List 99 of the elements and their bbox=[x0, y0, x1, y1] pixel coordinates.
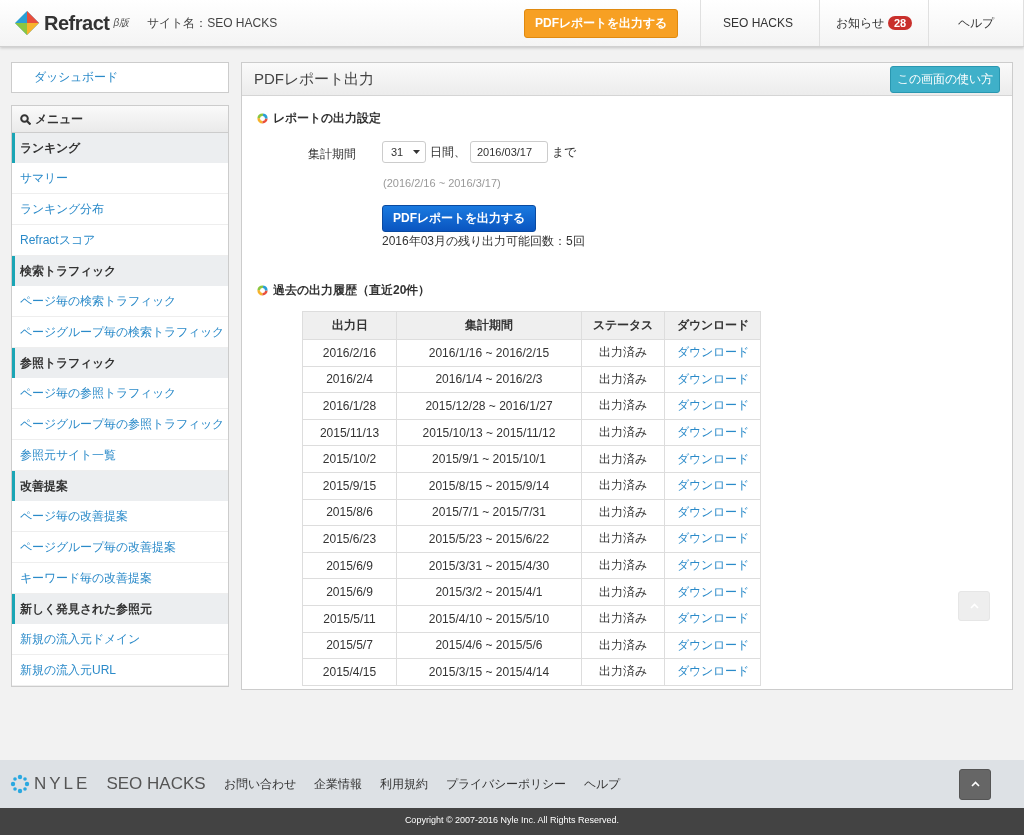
table-cell: 出力済み bbox=[581, 499, 665, 526]
table-cell: 2015/12/28 ~ 2016/1/27 bbox=[396, 392, 582, 420]
menu-section-heading: 参照トラフィック bbox=[12, 348, 228, 378]
sidebar-link[interactable]: サマリー bbox=[20, 169, 68, 187]
table-cell: 出力済み bbox=[581, 366, 665, 393]
table-cell: 2015/3/31 ~ 2015/4/30 bbox=[396, 552, 582, 579]
menu-section-heading: 検索トラフィック bbox=[12, 256, 228, 286]
sidebar-link[interactable]: ページ毎の参照トラフィック bbox=[20, 384, 176, 402]
table-cell: 2015/8/15 ~ 2015/9/14 bbox=[396, 472, 582, 500]
table-cell: 出力済み bbox=[581, 472, 665, 500]
table-cell: 出力済み bbox=[581, 525, 665, 553]
table-cell: 2015/5/23 ~ 2015/6/22 bbox=[396, 525, 582, 553]
nav-item[interactable]: ヘルプ bbox=[928, 0, 1024, 46]
footer-link[interactable]: 企業情報 bbox=[313, 775, 362, 793]
table-cell: 2016/1/4 ~ 2016/2/3 bbox=[396, 366, 582, 393]
edition-label: β版 bbox=[113, 16, 130, 30]
menu-section-heading: 改善提案 bbox=[12, 471, 228, 501]
field-label: 集計期間 bbox=[307, 146, 357, 163]
table-cell: 2015/10/13 ~ 2015/11/12 bbox=[396, 419, 582, 446]
copyright: Copyright © 2007-2016 Nyle Inc. All Rights Reserved. bbox=[0, 808, 1024, 835]
table-cell: 2016/1/28 bbox=[302, 392, 397, 420]
column-header: ステータス bbox=[581, 311, 665, 340]
table-cell: 2015/10/2 bbox=[302, 445, 397, 473]
scroll-top-button[interactable] bbox=[959, 768, 991, 800]
table-cell: 2015/3/15 ~ 2015/4/14 bbox=[396, 658, 582, 686]
table-cell: 2015/3/2 ~ 2015/4/1 bbox=[396, 578, 582, 606]
page-title: PDFレポート出力 bbox=[254, 69, 374, 89]
footer-link[interactable]: ヘルプ bbox=[583, 775, 620, 793]
sidebar-link[interactable]: ページグループ毎の参照トラフィック bbox=[20, 415, 224, 433]
logo-icon bbox=[14, 10, 40, 36]
menu-section-heading: ランキング bbox=[12, 133, 228, 163]
column-header: ダウンロード bbox=[664, 311, 761, 340]
days-select[interactable]: 31 bbox=[382, 141, 426, 163]
footer-link[interactable]: 利用規約 bbox=[379, 775, 428, 793]
table-cell: 2015/9/15 bbox=[302, 472, 397, 500]
table-cell: 出力済み bbox=[581, 419, 665, 446]
sidebar-link[interactable]: Refractスコア bbox=[20, 231, 95, 249]
table-cell: 出力済み bbox=[581, 605, 665, 633]
sidebar-link[interactable]: ページ毎の改善提案 bbox=[20, 507, 128, 525]
caret-up-icon bbox=[970, 781, 980, 787]
ring-icon bbox=[257, 285, 268, 296]
table-cell: 2015/4/15 bbox=[302, 658, 397, 686]
nav-item[interactable]: お知らせ 28 bbox=[819, 0, 928, 46]
sidebar-link[interactable]: 新規の流入元URL bbox=[20, 661, 116, 679]
menu-section-heading: 新しく発見された参照元 bbox=[12, 594, 228, 624]
sidebar-link[interactable]: ページグループ毎の改善提案 bbox=[20, 538, 176, 556]
sidebar-link[interactable]: ページ毎の検索トラフィック bbox=[20, 292, 176, 310]
table-cell: 2015/4/6 ~ 2015/5/6 bbox=[396, 632, 582, 659]
site-name: サイト名：SEO HACKS bbox=[147, 14, 278, 32]
table-cell: 2016/2/16 bbox=[302, 339, 397, 367]
brand-logo: NYLE bbox=[34, 774, 91, 794]
footer-link[interactable]: プライバシーポリシー bbox=[445, 775, 566, 793]
table-cell: 2015/5/7 bbox=[302, 632, 397, 659]
table-cell: 出力済み bbox=[581, 632, 665, 659]
table-cell: 2016/1/16 ~ 2016/2/15 bbox=[396, 339, 582, 367]
sidebar-link[interactable]: ページグループ毎の検索トラフィック bbox=[20, 323, 224, 341]
table-cell: 2015/6/23 bbox=[302, 525, 397, 553]
date-range: (2016/2/16 ~ 2016/3/17) bbox=[383, 177, 502, 189]
unit-label: 日間、 bbox=[430, 143, 466, 161]
notification-count: 28 bbox=[887, 16, 913, 30]
ring-icon bbox=[257, 113, 268, 124]
flower-icon bbox=[10, 774, 30, 794]
table-cell: 2015/7/1 ~ 2015/7/31 bbox=[396, 499, 582, 526]
unit-label: まで bbox=[552, 143, 576, 161]
sidebar-link[interactable]: 新規の流入元ドメイン bbox=[20, 630, 140, 648]
table-cell: 2015/5/11 bbox=[302, 605, 397, 633]
table-cell: 2015/6/9 bbox=[302, 552, 397, 579]
export-button[interactable]: PDFレポートを出力する bbox=[382, 205, 536, 232]
sidebar-link[interactable]: ランキング分布 bbox=[20, 200, 104, 218]
table-cell: 出力済み bbox=[581, 658, 665, 686]
section-heading: 過去の出力履歴（直近20件） bbox=[273, 282, 431, 299]
table-cell: 2015/9/1 ~ 2015/10/1 bbox=[396, 445, 582, 473]
table-cell: 出力済み bbox=[581, 392, 665, 420]
section-heading: レポートの出力設定 bbox=[273, 110, 381, 127]
table-cell: 2015/4/10 ~ 2015/5/10 bbox=[396, 605, 582, 633]
menu-title: メニュー bbox=[35, 110, 83, 128]
brand-logo: SEO HACKS bbox=[106, 774, 206, 794]
column-header: 集計期間 bbox=[396, 311, 582, 340]
export-button[interactable]: PDFレポートを出力する bbox=[524, 8, 678, 38]
sidebar-link[interactable]: ダッシュボード bbox=[12, 69, 118, 86]
table-cell: 出力済み bbox=[581, 552, 665, 579]
table-cell: 出力済み bbox=[581, 339, 665, 367]
sidebar-link[interactable]: 参照元サイト一覧 bbox=[20, 446, 116, 464]
table-cell: 2015/6/9 bbox=[302, 578, 397, 606]
caret-icon bbox=[413, 150, 420, 154]
table-cell: 2016/2/4 bbox=[302, 366, 397, 393]
table-cell: 出力済み bbox=[581, 445, 665, 473]
sidebar-link[interactable]: キーワード毎の改善提案 bbox=[20, 569, 152, 587]
date-field[interactable]: 2016/03/17 bbox=[470, 141, 548, 163]
table-cell: 出力済み bbox=[581, 578, 665, 606]
table-cell: 2015/8/6 bbox=[302, 499, 397, 526]
table-cell: 2015/11/13 bbox=[302, 419, 397, 446]
help-button[interactable]: この画面の使い方 bbox=[890, 65, 1000, 93]
nav-item[interactable]: SEO HACKS bbox=[700, 0, 819, 46]
footer-link[interactable]: お問い合わせ bbox=[223, 775, 296, 793]
logo-text: Refract bbox=[44, 11, 110, 35]
remaining-count: 2016年03月の残り出力可能回数：5回 bbox=[382, 233, 585, 250]
column-header: 出力日 bbox=[302, 311, 397, 340]
search-icon bbox=[20, 113, 31, 125]
